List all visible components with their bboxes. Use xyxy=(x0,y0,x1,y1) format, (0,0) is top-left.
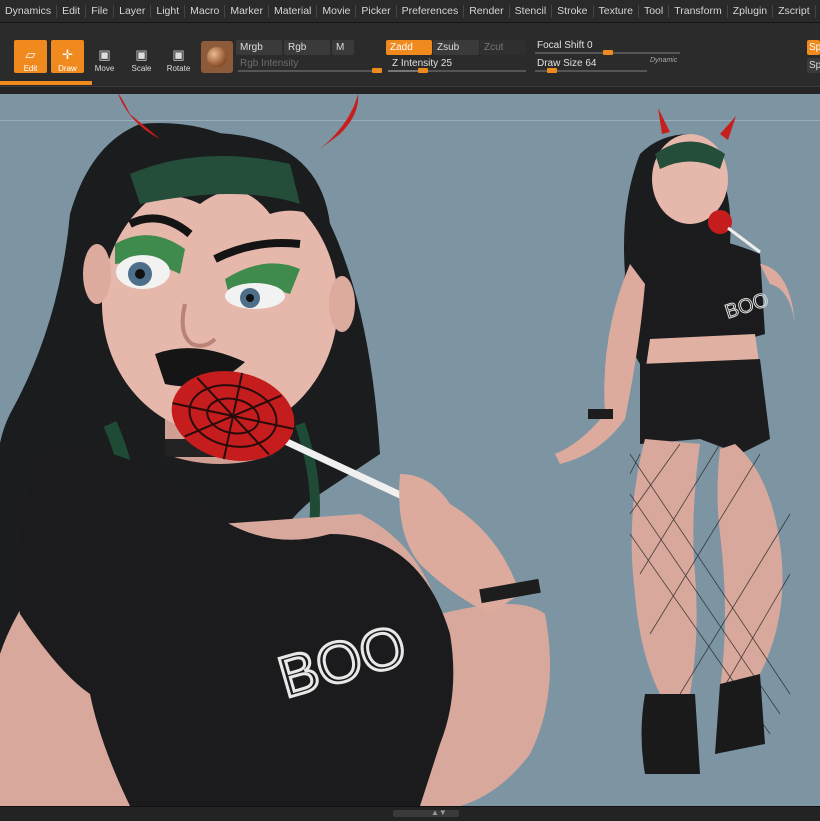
z-intensity-slider[interactable] xyxy=(388,70,526,72)
menu-dynamics[interactable]: Dynamics xyxy=(0,4,58,18)
menu-zplugin[interactable]: Zplugin xyxy=(728,4,774,18)
menu-material[interactable]: Material xyxy=(269,4,318,18)
rgb-intensity-knob[interactable] xyxy=(372,68,382,73)
menu-stroke[interactable]: Stroke xyxy=(552,4,594,18)
draw-button[interactable]: ✛ Draw xyxy=(51,40,84,73)
viewport-canvas[interactable]: BOO BOO xyxy=(0,94,820,806)
move-label: Move xyxy=(94,64,115,73)
tool-progress-bar xyxy=(0,81,92,85)
scale-icon: ▣ xyxy=(135,47,148,62)
material-sphere-icon xyxy=(207,47,227,67)
menu-transform[interactable]: Transform xyxy=(669,4,728,18)
move-button[interactable]: ▣ Move xyxy=(88,40,121,74)
edit-label: Edit xyxy=(23,64,38,73)
rotate-icon: ▣ xyxy=(172,47,185,62)
sculpt-render: BOO BOO xyxy=(0,94,795,806)
draw-size-knob[interactable] xyxy=(546,68,557,73)
zadd-button[interactable]: Zadd xyxy=(386,40,432,55)
menu-layer[interactable]: Layer xyxy=(114,4,152,18)
rotate-label: Rotate xyxy=(166,64,191,73)
rotate-button[interactable]: ▣ Rotate xyxy=(162,40,195,74)
draw-size-readout: Draw Size 64 xyxy=(537,58,596,69)
z-intensity-knob[interactable] xyxy=(417,68,428,73)
move-icon: ▣ xyxy=(98,47,111,62)
closeup-character: BOO xyxy=(0,94,550,806)
menu-help[interactable]: Help xyxy=(816,5,820,18)
menu-render[interactable]: Render xyxy=(464,4,510,18)
draw-icon: ✛ xyxy=(62,47,73,62)
edit-icon: ▱ xyxy=(25,47,36,62)
scale-button[interactable]: ▣ Scale xyxy=(125,40,158,74)
focal-shift-label: Focal Shift xyxy=(537,40,585,51)
scale-label: Scale xyxy=(131,64,152,73)
spotlight-button-bottom[interactable]: Sp xyxy=(807,58,820,73)
zsub-button[interactable]: Zsub xyxy=(433,40,479,55)
zcut-button[interactable]: Zcut xyxy=(480,40,526,55)
material-swatch[interactable] xyxy=(201,41,233,73)
menu-stencil[interactable]: Stencil xyxy=(510,4,553,18)
rgb-intensity-label: Rgb Intensity xyxy=(240,58,299,69)
edit-button[interactable]: ▱ Edit xyxy=(14,40,47,73)
rgb-button[interactable]: Rgb xyxy=(284,40,330,55)
menu-zscript[interactable]: Zscript xyxy=(773,4,816,18)
focal-shift-knob[interactable] xyxy=(602,50,613,55)
menu-macro[interactable]: Macro xyxy=(185,4,226,18)
dynamic-toggle[interactable]: Dynamic xyxy=(650,57,677,64)
menu-bar: Dynamics Edit File Layer Light Macro Marker Mat… xyxy=(0,0,820,23)
rgb-intensity-slider[interactable] xyxy=(238,70,382,72)
menu-marker[interactable]: Marker xyxy=(225,4,270,18)
draw-label: Draw xyxy=(58,64,77,73)
menu-texture[interactable]: Texture xyxy=(594,4,639,18)
menu-light[interactable]: Light xyxy=(151,4,186,18)
fullbody-character: BOO xyxy=(555,108,795,774)
m-button[interactable]: M xyxy=(332,40,354,55)
z-intensity-value: 25 xyxy=(440,58,453,69)
spotlight-button-top[interactable]: Sp xyxy=(807,40,820,55)
focal-shift-value: 0 xyxy=(587,40,593,51)
focal-shift-readout: Focal Shift 0 xyxy=(537,40,593,51)
bottom-tray: ▲▼ xyxy=(0,806,820,821)
menu-file[interactable]: File xyxy=(86,4,115,18)
menu-tool[interactable]: Tool xyxy=(639,4,670,18)
menu-preferences[interactable]: Preferences xyxy=(397,4,465,18)
menu-picker[interactable]: Picker xyxy=(356,4,397,18)
draw-size-label: Draw Size xyxy=(537,58,583,69)
menu-edit[interactable]: Edit xyxy=(57,4,87,18)
top-shelf: ▱ Edit ✛ Draw ▣ Move ▣ Scale ▣ Rotate Mr… xyxy=(0,23,820,86)
bottom-tray-arrow-icon: ▲▼ xyxy=(431,808,447,817)
z-intensity-label: Z Intensity xyxy=(392,58,439,69)
mrgb-button[interactable]: Mrgb xyxy=(236,40,282,55)
menu-movie[interactable]: Movie xyxy=(317,4,357,18)
draw-size-value: 64 xyxy=(585,58,597,69)
bottom-tray-handle[interactable] xyxy=(393,810,459,817)
